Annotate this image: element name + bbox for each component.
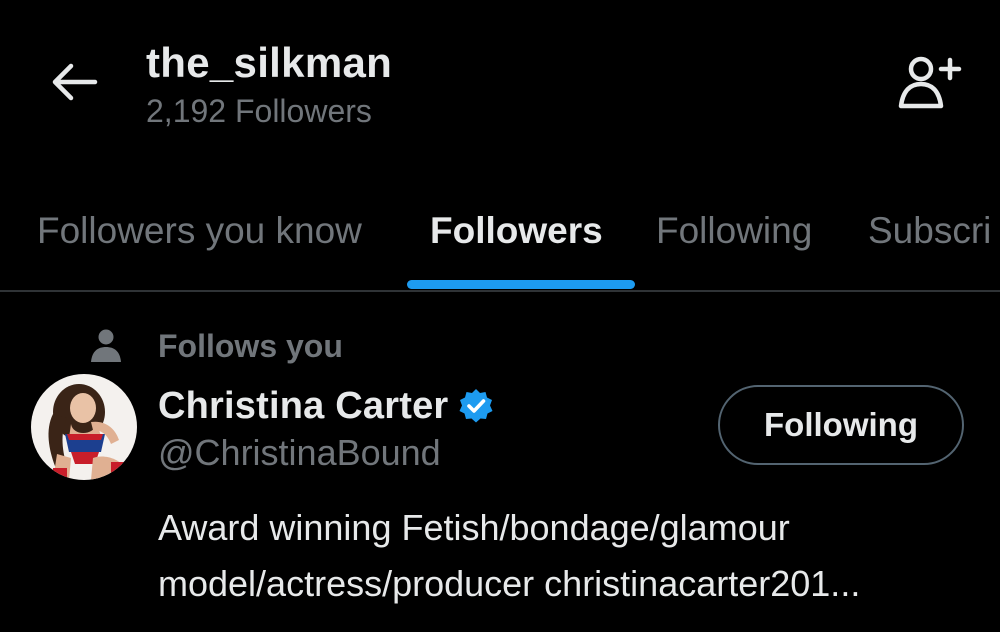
add-user-icon: [898, 56, 962, 109]
add-user-button[interactable]: [894, 52, 966, 114]
back-button[interactable]: [44, 58, 104, 106]
top-bar: the_silkman 2,192 Followers: [0, 0, 1000, 170]
bio-line: Award winning Fetish/bondage/glamour: [158, 507, 790, 548]
avatar[interactable]: [31, 374, 137, 480]
name-row: Christina Carter: [158, 382, 496, 430]
bio-line[interactable]: model/actress/producer christinacarter20…: [158, 556, 978, 612]
user-bio: Award winning Fetish/bondage/glamour mod…: [158, 500, 978, 612]
following-button[interactable]: Following: [718, 385, 964, 465]
tab-followers-you-know[interactable]: Followers you know: [37, 208, 362, 254]
tab-followers[interactable]: Followers: [430, 208, 603, 254]
verified-badge-icon: [456, 386, 496, 426]
follows-you-label: Follows you: [158, 327, 343, 364]
follows-you-context: Follows you: [86, 326, 343, 366]
title-block: the_silkman 2,192 Followers: [146, 38, 392, 132]
user-handle[interactable]: @ChristinaBound: [158, 430, 441, 476]
tab-bar: Followers you know Followers Following S…: [0, 170, 1000, 292]
avatar-image: [31, 374, 137, 480]
page-title: the_silkman: [146, 39, 393, 86]
user-cell[interactable]: Follows you Christina Carter @ChristinaB…: [0, 292, 1000, 632]
tab-subscriptions[interactable]: Subscri: [868, 208, 991, 254]
active-tab-indicator: [407, 280, 635, 289]
follower-count: 2,192 Followers: [146, 93, 372, 129]
tab-following[interactable]: Following: [656, 208, 812, 254]
arrow-left-icon: [52, 63, 98, 101]
user-display-name[interactable]: Christina Carter: [158, 382, 448, 430]
person-icon: [86, 326, 126, 366]
